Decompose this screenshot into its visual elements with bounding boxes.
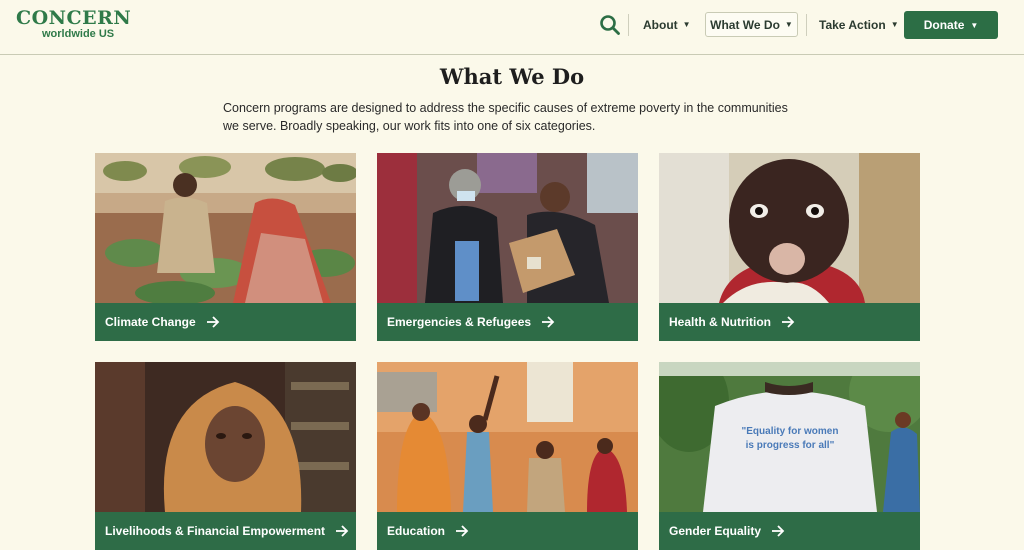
shirt-slogan-line2: is progress for all" xyxy=(746,440,835,451)
arrow-right-icon xyxy=(456,525,469,537)
caret-down-icon: ▼ xyxy=(890,20,899,29)
nav-about[interactable]: About ▼ xyxy=(643,12,691,37)
caret-down-icon: ▼ xyxy=(784,20,793,29)
caret-down-icon: ▼ xyxy=(970,20,979,30)
donate-label: Donate xyxy=(923,18,965,32)
concern-logo[interactable]: CONCERN worldwide US xyxy=(16,7,132,41)
card-bar: Livelihoods & Financial Empowerment xyxy=(95,512,356,550)
card-label: Education xyxy=(387,524,446,538)
card-bar: Gender Equality xyxy=(659,512,920,550)
nav-divider xyxy=(628,14,629,36)
card-bar: Emergencies & Refugees xyxy=(377,303,638,341)
emergencies-refugees-photo xyxy=(377,153,638,303)
card-health-nutrition[interactable]: Health & Nutrition xyxy=(659,153,920,341)
card-gender-equality[interactable]: "Equality for women is progress for all"… xyxy=(659,362,920,550)
logo-wordmark: CONCERN xyxy=(16,7,132,29)
card-label: Livelihoods & Financial Empowerment xyxy=(105,524,326,538)
caret-down-icon: ▼ xyxy=(682,20,691,29)
nav-about-label: About xyxy=(643,17,678,32)
health-nutrition-photo xyxy=(659,153,920,303)
arrow-right-icon xyxy=(542,316,555,328)
card-label: Gender Equality xyxy=(669,524,762,538)
arrow-right-icon xyxy=(782,316,795,328)
card-climate-change[interactable]: Climate Change xyxy=(95,153,356,341)
arrow-right-icon xyxy=(206,316,219,328)
card-livelihoods-financial-empowerment[interactable]: Livelihoods & Financial Empowerment xyxy=(95,362,356,550)
nav-take-action[interactable]: Take Action ▼ xyxy=(819,12,899,37)
card-bar: Health & Nutrition xyxy=(659,303,920,341)
page-intro: Concern programs are designed to address… xyxy=(223,101,788,133)
livelihoods-photo xyxy=(95,362,356,512)
search-icon[interactable] xyxy=(598,13,622,37)
gender-equality-photo: "Equality for women is progress for all" xyxy=(659,362,920,512)
nav-what-we-do-label: What We Do xyxy=(710,17,780,32)
card-label: Health & Nutrition xyxy=(669,315,771,329)
card-emergencies-refugees[interactable]: Emergencies & Refugees xyxy=(377,153,638,341)
card-label: Climate Change xyxy=(105,315,196,329)
card-bar: Climate Change xyxy=(95,303,356,341)
arrow-right-icon xyxy=(336,525,349,537)
shirt-slogan-line1: "Equality for women xyxy=(742,426,839,437)
education-photo xyxy=(377,362,638,512)
card-label: Emergencies & Refugees xyxy=(387,315,532,329)
climate-change-photo xyxy=(95,153,356,303)
logo-subtitle: worldwide US xyxy=(42,28,115,40)
arrow-right-icon xyxy=(772,525,785,537)
site-header: CONCERN worldwide US About ▼ What We Do … xyxy=(0,0,1024,55)
nav-take-action-label: Take Action xyxy=(819,17,886,32)
donate-button[interactable]: Donate ▼ xyxy=(904,11,998,39)
card-bar: Education xyxy=(377,512,638,550)
card-education[interactable]: Education xyxy=(377,362,638,550)
page-title: What We Do xyxy=(439,64,585,89)
nav-what-we-do[interactable]: What We Do ▼ xyxy=(705,12,798,37)
nav-divider xyxy=(806,14,807,36)
